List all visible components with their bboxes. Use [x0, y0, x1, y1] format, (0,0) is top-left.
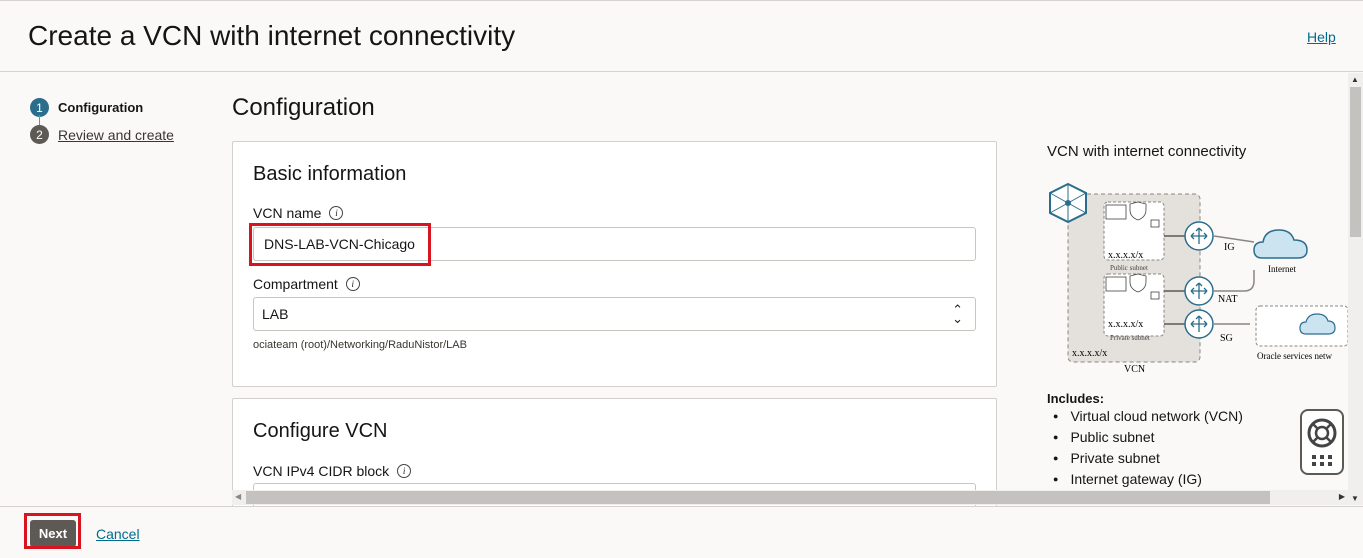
public-subnet-label: Public subnet — [1110, 264, 1148, 272]
compartment-label: Compartment i — [253, 276, 360, 292]
network-hexagon-icon — [1049, 182, 1087, 224]
scrollbar-thumb[interactable] — [246, 491, 1270, 504]
info-icon[interactable]: i — [397, 464, 412, 478]
compartment-path: ociateam (root)/Networking/RaduNistor/LA… — [253, 339, 467, 351]
vertical-scrollbar[interactable]: ▲ ▼ — [1348, 73, 1363, 505]
step-review-and-create[interactable]: 2 Review and create — [30, 121, 174, 148]
step-configuration: 1 Configuration — [30, 94, 174, 125]
list-item: Public subnet — [1053, 426, 1243, 447]
private-subnet-label: Private subnet — [1110, 334, 1150, 342]
page-footer: Next Cancel — [0, 506, 1363, 558]
diagram-title: VCN with internet connectivity — [1047, 143, 1247, 160]
info-icon[interactable]: i — [345, 277, 360, 291]
highlight-box — [249, 223, 431, 266]
cancel-link[interactable]: Cancel — [96, 526, 140, 542]
chevron-up-down-icon: ⌃ ⌄ — [952, 302, 963, 326]
list-item: Virtual cloud network (VCN) — [1053, 405, 1242, 426]
lifebuoy-icon — [1307, 418, 1337, 466]
vcn-diagram: x.x.x.x/x Public subnet x.x.x.x/x Privat… — [1049, 182, 1348, 375]
scroll-up-icon[interactable]: ▲ — [1351, 75, 1359, 84]
scroll-right-icon[interactable]: ▶ — [1339, 492, 1345, 501]
step-label: Configuration — [58, 100, 144, 115]
page-title: Create a VCN with internet connectivity — [28, 20, 516, 51]
highlight-box — [24, 513, 81, 549]
router-icon — [1184, 309, 1214, 339]
info-icon[interactable]: i — [329, 206, 344, 220]
ig-label: IG — [1224, 242, 1235, 253]
compartment-value: LAB — [262, 306, 289, 322]
private-subnet-cidr: x.x.x.x/x — [1108, 319, 1143, 330]
card-title: Configure VCN — [253, 420, 388, 442]
list-item: Private subnet — [1053, 447, 1243, 468]
public-subnet-cidr: x.x.x.x/x — [1108, 250, 1143, 261]
cloud-icon — [1253, 229, 1308, 259]
scrollbar-thumb[interactable] — [1350, 87, 1361, 237]
help-center-widget[interactable] — [1300, 409, 1344, 475]
page-header: Create a VCN with internet connectivity … — [0, 0, 1363, 72]
help-link[interactable]: Help — [1307, 29, 1336, 45]
list-item: Internet gateway (IG) — [1053, 468, 1243, 489]
vcn-name-label: VCN name i — [253, 205, 344, 221]
vcn-label: VCN — [1124, 364, 1145, 375]
nat-label: NAT — [1218, 294, 1237, 305]
section-title: Configuration — [232, 94, 375, 121]
sg-label: SG — [1220, 333, 1233, 344]
card-title: Basic information — [253, 163, 407, 185]
horizontal-scrollbar[interactable]: ◀ ▶ — [232, 490, 1348, 505]
scroll-down-icon[interactable]: ▼ — [1351, 494, 1359, 503]
includes-list: Virtual cloud network (VCN) Public subne… — [1053, 405, 1243, 489]
router-icon — [1184, 221, 1214, 251]
step-label[interactable]: Review and create — [58, 127, 174, 143]
oracle-services-label: Oracle services netw — [1257, 351, 1332, 361]
router-icon — [1184, 276, 1214, 306]
cidr-label: VCN IPv4 CIDR block i — [253, 463, 412, 479]
compartment-select[interactable]: LAB ⌃ ⌄ — [253, 297, 976, 331]
includes-label: Includes: — [1047, 391, 1105, 406]
vcn-cidr: x.x.x.x/x — [1072, 348, 1107, 359]
step-number: 2 — [30, 125, 49, 144]
scroll-left-icon[interactable]: ◀ — [235, 492, 241, 501]
internet-label: Internet — [1268, 264, 1296, 274]
wizard-steps: 1 Configuration 2 Review and create — [30, 94, 174, 148]
